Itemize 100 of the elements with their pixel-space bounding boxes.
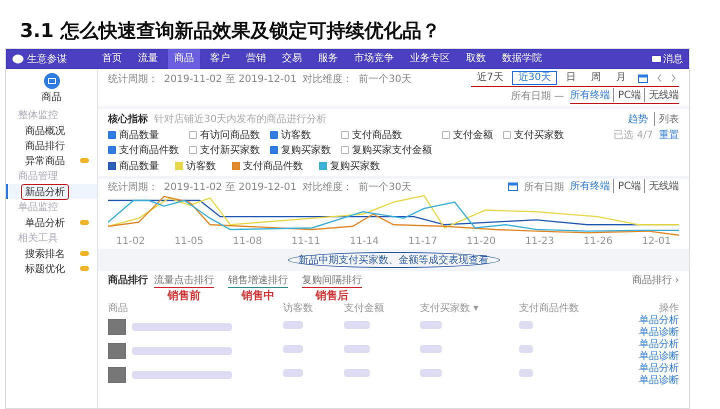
message-icon bbox=[652, 56, 661, 62]
sidebar-group-label: 相关工具 bbox=[17, 232, 59, 246]
compare-label: 对比维度： bbox=[302, 180, 353, 194]
card-subtitle: 针对店铺近30天内发布的商品进行分析 bbox=[154, 112, 327, 126]
blurred-value bbox=[519, 321, 534, 329]
photo-placeholder bbox=[108, 367, 126, 383]
metric-checkbox[interactable]: 访客数 bbox=[270, 128, 331, 142]
view-toggle[interactable]: 列表 bbox=[654, 112, 679, 126]
axis-label: 11-08 bbox=[232, 236, 262, 247]
date-filter[interactable]: 所有日期 — bbox=[510, 89, 564, 103]
chevron-left-icon bbox=[657, 74, 662, 82]
metric-checkbox[interactable]: 复购买家支付金额 bbox=[341, 143, 432, 157]
blurred-value bbox=[283, 369, 304, 377]
action-link[interactable]: 单品分析 bbox=[638, 315, 679, 327]
ranking-link[interactable]: 商品排行 › bbox=[632, 273, 679, 287]
blurred-value bbox=[344, 321, 370, 329]
blurred-value bbox=[344, 345, 370, 353]
annotation-text: 销售后 bbox=[316, 288, 348, 302]
column-header: 支付买家数 ▾ bbox=[420, 303, 480, 315]
axis-label: 11-11 bbox=[291, 236, 320, 247]
legend-label: 复购买家数 bbox=[330, 160, 380, 173]
product-icon bbox=[44, 73, 60, 89]
metric-checkbox[interactable]: 支付新买家数 bbox=[189, 143, 260, 157]
calendar-icon bbox=[638, 74, 648, 82]
ranking-tab[interactable]: 销售增速排行 bbox=[228, 273, 288, 288]
period-range: 2019-11-02 至 2019-12-01 bbox=[164, 180, 297, 194]
card-title: 商品排行 bbox=[108, 273, 148, 287]
terminal-filter[interactable]: 无线端 bbox=[644, 88, 679, 102]
column-header: 操作 bbox=[658, 303, 679, 314]
action-link[interactable]: 单品分析 bbox=[638, 339, 679, 351]
action-link[interactable]: 单品诊断 bbox=[638, 351, 679, 363]
sidebar-item[interactable]: 商品概况 bbox=[6, 123, 97, 138]
calendar-icon bbox=[508, 182, 518, 191]
axis-label: 11-05 bbox=[174, 236, 204, 247]
ranking-tab[interactable]: 复购间隔排行 bbox=[302, 273, 362, 288]
column-header: 支付商品件数 bbox=[519, 303, 580, 315]
range-button[interactable]: 近30天 bbox=[512, 71, 557, 85]
chevron-right-icon bbox=[671, 74, 676, 82]
blurred-value bbox=[420, 345, 442, 353]
terminal-filter[interactable]: PC端 bbox=[612, 88, 641, 102]
nav-tab[interactable]: 营销 bbox=[240, 49, 272, 69]
sidebar-item[interactable]: 新品分析 bbox=[6, 184, 97, 199]
nav-tab[interactable]: 市场竞争 bbox=[348, 49, 400, 69]
metric-checkbox[interactable]: 复购买家数 bbox=[270, 143, 331, 157]
compare-value: 前一个30天 bbox=[358, 180, 412, 194]
axis-label: 11-26 bbox=[584, 236, 613, 247]
ranking-tab[interactable]: 流量点击排行 bbox=[154, 273, 214, 288]
reset-link[interactable]: 重置 bbox=[659, 128, 679, 142]
nav-tab[interactable]: 首页 bbox=[96, 49, 128, 69]
sidebar-group-label: 商品管理 bbox=[17, 170, 59, 184]
logo-icon bbox=[12, 54, 24, 64]
date-filter[interactable]: 所有日期 bbox=[524, 180, 564, 194]
selected-count: 已选 4/7 bbox=[614, 128, 653, 142]
action-link[interactable]: 单品分析 bbox=[638, 363, 679, 375]
axis-label: 11-17 bbox=[408, 236, 438, 247]
metric-checkbox[interactable]: 支付商品件数 bbox=[108, 143, 179, 157]
nav-tab[interactable]: 流量 bbox=[132, 49, 164, 69]
action-link[interactable]: 单品诊断 bbox=[638, 375, 679, 387]
period-label: 统计周期： bbox=[108, 180, 158, 194]
terminal-filter[interactable]: 无线端 bbox=[644, 179, 679, 193]
nav-tab[interactable]: 客户 bbox=[204, 49, 236, 69]
axis-label: 11-23 bbox=[525, 236, 554, 247]
card-title: 核心指标 bbox=[108, 112, 148, 126]
messages-link[interactable]: 消息 bbox=[663, 52, 683, 66]
nav-tab[interactable]: 取数 bbox=[460, 49, 492, 69]
annotation-text: 销售前 bbox=[168, 288, 200, 303]
sidebar-item[interactable]: 商品排行 bbox=[6, 138, 97, 153]
sidebar-item[interactable]: 标题优化 bbox=[6, 261, 97, 276]
metric-checkbox[interactable]: 商品数量 bbox=[108, 128, 179, 142]
sidebar-item[interactable]: 搜索排名 bbox=[6, 246, 97, 261]
metric-checkbox[interactable]: 支付金额 bbox=[442, 128, 493, 142]
nav-tab[interactable]: 业务专区 bbox=[404, 49, 456, 69]
action-link[interactable]: 单品诊断 bbox=[638, 327, 679, 339]
slide-title: 3.1 怎么快速查询新品效果及锁定可持续优化品？ bbox=[19, 19, 442, 44]
metric-checkbox[interactable]: 有访问商品数 bbox=[189, 128, 260, 142]
blurred-value bbox=[344, 369, 370, 377]
axis-label: 12-01 bbox=[642, 236, 671, 247]
app-logo-text: 生意参谋 bbox=[27, 52, 67, 66]
period-range: 2019-11-02 至 2019-12-01 bbox=[164, 73, 297, 86]
view-toggle[interactable]: 趋势 bbox=[628, 112, 648, 126]
nav-tab[interactable]: 商品 bbox=[168, 49, 200, 69]
nav-tab[interactable]: 服务 bbox=[312, 49, 344, 69]
terminal-filter[interactable]: PC端 bbox=[612, 179, 641, 193]
terminal-filter[interactable]: 所有终端 bbox=[570, 88, 610, 102]
terminal-filter[interactable]: 所有终端 bbox=[570, 179, 610, 193]
period-label: 统计周期： bbox=[108, 72, 158, 86]
photo-placeholder bbox=[108, 343, 126, 359]
column-header: 访客数 bbox=[283, 303, 314, 315]
nav-tab[interactable]: 交易 bbox=[276, 49, 308, 69]
legend-label: 支付商品件数 bbox=[243, 160, 303, 173]
blurred-value bbox=[420, 369, 442, 377]
sidebar-item[interactable]: 异常商品 bbox=[6, 153, 97, 168]
column-header: 支付金额 bbox=[344, 303, 385, 315]
sidebar-item[interactable]: 单品分析 bbox=[6, 215, 97, 230]
blurred-value bbox=[420, 321, 442, 329]
photo-placeholder bbox=[108, 319, 126, 335]
metric-checkbox[interactable]: 支付买家数 bbox=[503, 128, 564, 142]
nav-tab[interactable]: 数据学院 bbox=[496, 49, 548, 69]
metric-checkbox[interactable]: 支付商品数 bbox=[341, 128, 432, 142]
annotation-text: 销售中 bbox=[242, 288, 274, 303]
